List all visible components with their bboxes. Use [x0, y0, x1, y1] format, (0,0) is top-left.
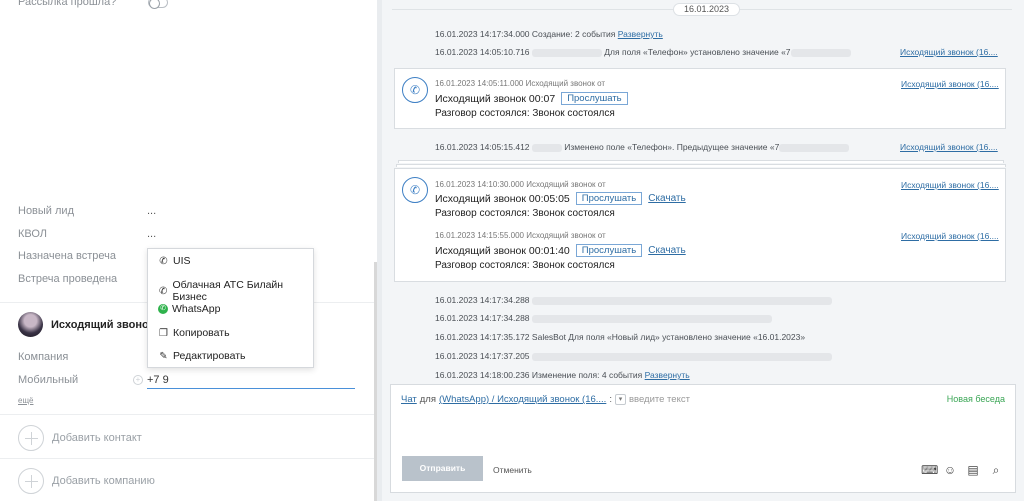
chat-target-link[interactable]: (WhatsApp) / Исходящий звонок (16....	[439, 394, 606, 405]
keyboard-icon[interactable]: ⌨	[921, 463, 938, 477]
mobile-value[interactable]: +7 9	[147, 374, 169, 386]
card-stack-edge	[396, 164, 1006, 167]
menu-item-copy[interactable]: ❐ Копировать	[158, 327, 230, 339]
call-status: Разговор состоялся: Звонок состоялся	[435, 108, 615, 119]
field-label-meeting-held: Встреча проведена	[18, 273, 118, 285]
call-status: Разговор состоялся: Звонок состоялся	[435, 260, 615, 271]
divider	[0, 458, 376, 459]
call-link[interactable]: Исходящий звонок (16....	[901, 180, 999, 190]
date-badge: 16.01.2023	[673, 3, 741, 16]
call-link[interactable]: Исходящий звонок (16....	[900, 142, 998, 152]
mobile-label: Мобильный	[18, 374, 79, 386]
feed-line-salesbot: 16.01.2023 14:17:35.172 SalesBot Для пол…	[435, 332, 806, 342]
message-composer: Чат для (WhatsApp) / Исходящий звонок (1…	[390, 384, 1016, 493]
phone-context-menu: ✆ UIS ✆ Облачная АТС Билайн Бизнес ✆ WhatsA…	[147, 248, 314, 368]
rassylka-toggle[interactable]	[148, 0, 168, 9]
emoji-icon[interactable]: ☺	[943, 463, 957, 477]
download-link[interactable]: Скачать	[648, 245, 686, 256]
contact-header[interactable]: Исходящий звонок	[18, 312, 154, 337]
add-company-button[interactable]: Добавить компанию	[18, 468, 155, 494]
menu-item-uis[interactable]: ✆ UIS	[158, 255, 190, 267]
avatar	[18, 312, 43, 337]
field-value-new-lead[interactable]: ...	[147, 205, 156, 217]
message-input-placeholder[interactable]: введите текст	[629, 394, 690, 405]
copy-icon: ❐	[159, 327, 168, 339]
feed-line-create: 16.01.2023 14:17:34.000 Создание: 2 собы…	[435, 29, 663, 39]
composer-target: Чат для (WhatsApp) / Исходящий звонок (1…	[401, 394, 690, 405]
field-label-new-lead: Новый лид	[18, 205, 74, 217]
field-value-kvol[interactable]: ...	[147, 228, 156, 240]
feed-line-phone-changed: 16.01.2023 14:05:15.412 Изменено поле «Т…	[435, 142, 850, 152]
new-conversation-link[interactable]: Новая беседа	[947, 394, 1005, 404]
pencil-icon: ✎	[159, 350, 168, 362]
chevron-down-icon[interactable]: ▾	[614, 394, 626, 405]
listen-button[interactable]: Прослушать	[575, 192, 643, 205]
call-title: Исходящий звонок 00:07 Прослушать	[435, 92, 628, 105]
field-label-kvol: КВОЛ	[18, 228, 48, 240]
outgoing-call-icon: ✆	[402, 177, 428, 203]
call-link[interactable]: Исходящий звонок (16....	[901, 79, 999, 89]
menu-item-whatsapp[interactable]: ✆ WhatsApp	[158, 303, 220, 315]
whatsapp-icon: ✆	[158, 304, 168, 314]
feed-line: 16.01.2023 14:17:37.205	[435, 351, 832, 361]
contact-name[interactable]: Исходящий звонок	[51, 319, 154, 331]
feed-line: 16.01.2023 14:17:34.288	[435, 313, 772, 323]
feed-panel: 16.01.2023 16.01.2023 14:17:34.000 Созда…	[382, 0, 1024, 501]
call-meta: 16.01.2023 14:05:11.000 Исходящий звонок…	[435, 79, 606, 88]
menu-item-edit[interactable]: ✎ Редактировать	[158, 350, 245, 362]
call-meta: 16.01.2023 14:15:55.000 Исходящий звонок…	[435, 231, 606, 240]
expand-link[interactable]: Развернуть	[618, 29, 663, 39]
add-company-label: Добавить компанию	[52, 475, 155, 487]
phone-icon: ✆	[159, 285, 168, 297]
call-link[interactable]: Исходящий звонок (16....	[900, 47, 998, 57]
outgoing-call-icon: ✆	[402, 77, 428, 103]
download-link[interactable]: Скачать	[648, 193, 686, 204]
plus-circle-icon	[18, 425, 44, 451]
mobile-input-underline	[147, 388, 355, 389]
menu-item-beeline[interactable]: ✆ Облачная АТС Билайн Бизнес	[158, 279, 313, 303]
phone-icon: ✆	[159, 255, 168, 267]
call-link[interactable]: Исходящий звонок (16....	[901, 231, 999, 241]
listen-button[interactable]: Прослушать	[561, 92, 628, 105]
company-label: Компания	[18, 351, 69, 363]
call-status: Разговор состоялся: Звонок состоялся	[435, 208, 615, 219]
expand-link[interactable]: Развернуть	[645, 370, 690, 380]
card-stack-edge	[398, 160, 1004, 163]
more-link[interactable]: ещё	[18, 396, 33, 405]
add-phone-icon[interactable]: +	[133, 375, 143, 385]
call-title: Исходящий звонок 00:05:05 Прослушать Ска…	[435, 192, 686, 205]
plus-circle-icon	[18, 468, 44, 494]
call-title: Исходящий звонок 00:01:40 Прослушать Ска…	[435, 244, 686, 257]
call-card-group: ✆ 16.01.2023 14:10:30.000 Исходящий звон…	[394, 168, 1006, 282]
attach-icon[interactable]: ⌕	[989, 463, 1003, 477]
chat-type-link[interactable]: Чат	[401, 394, 417, 405]
add-contact-button[interactable]: Добавить контакт	[18, 425, 142, 451]
rassylka-label: Рассылка прошла?	[18, 0, 117, 8]
feed-line-phone-set: 16.01.2023 14:05:10.716 Для поля «Телефо…	[435, 47, 851, 57]
add-contact-label: Добавить контакт	[52, 432, 142, 444]
field-label-meeting-set: Назначена встреча	[18, 250, 117, 262]
cancel-button[interactable]: Отменить	[493, 465, 532, 475]
listen-button[interactable]: Прослушать	[575, 244, 643, 257]
send-button[interactable]: Отправить	[402, 456, 483, 481]
call-meta: 16.01.2023 14:10:30.000 Исходящий звонок…	[435, 180, 606, 189]
feed-line: 16.01.2023 14:17:34.288	[435, 295, 832, 305]
divider	[0, 414, 376, 415]
template-icon[interactable]: ▤	[966, 463, 980, 477]
call-card: ✆ 16.01.2023 14:05:11.000 Исходящий звон…	[394, 68, 1006, 129]
feed-line-fields-changed: 16.01.2023 14:18:00.236 Изменение поля: …	[435, 370, 690, 380]
